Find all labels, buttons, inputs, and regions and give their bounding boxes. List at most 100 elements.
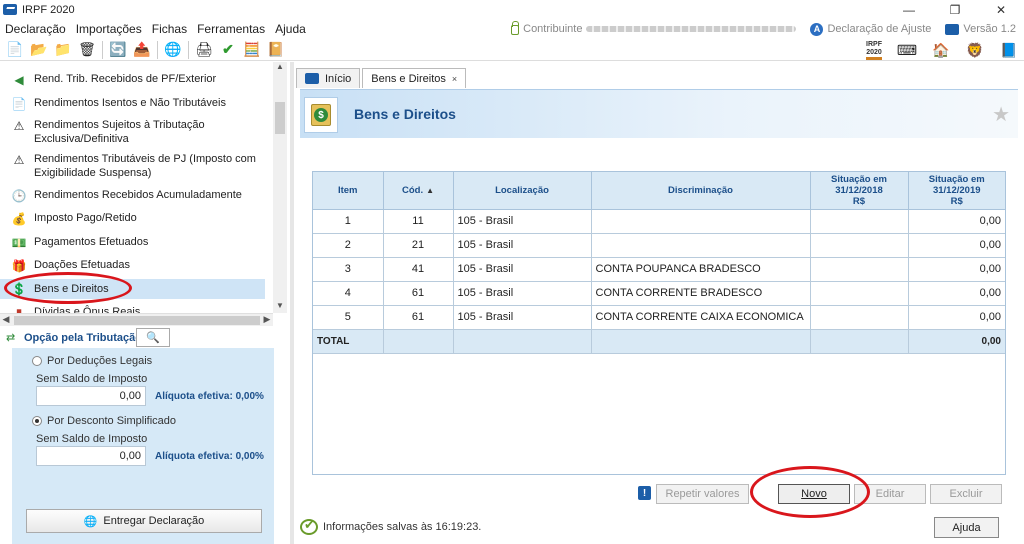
menu-ajuda[interactable]: Ajuda bbox=[270, 22, 311, 36]
sidebar-vertical-scrollbar[interactable]: ▲ ▼ bbox=[273, 62, 287, 313]
cell-discriminacao bbox=[591, 209, 811, 234]
document-clock-icon: 🕒 bbox=[11, 189, 27, 203]
favorite-star-icon[interactable]: ★ bbox=[992, 102, 1010, 127]
col-cod[interactable]: Cód. ▲ bbox=[383, 172, 454, 210]
excluir-button[interactable]: Excluir bbox=[930, 484, 1002, 504]
table-row[interactable]: 1 11 105 - Brasil 0,00 bbox=[313, 209, 1005, 234]
tab-inicio[interactable]: Início bbox=[296, 68, 361, 88]
option2-aliquota: Alíquota efetiva: 0,00% bbox=[155, 451, 264, 462]
col-sit2018[interactable]: Situação em 31/12/2018 R$ bbox=[810, 172, 909, 210]
info-icon[interactable]: ! bbox=[638, 486, 651, 500]
sidebar-item-rend-isentos[interactable]: 📄 Rendimentos Isentos e Não Tributáveis bbox=[10, 96, 226, 112]
window-title: IRPF 2020 bbox=[22, 3, 75, 16]
option-desconto-simplificado[interactable]: Por Desconto Simplificado bbox=[32, 415, 176, 427]
scroll-up-icon[interactable]: ▲ bbox=[273, 62, 287, 74]
sidebar-item-rend-pf-exterior[interactable]: ◀ Rend. Trib. Recebidos de PF/Exterior bbox=[10, 72, 216, 88]
option2-value: 0,00 bbox=[36, 446, 146, 466]
scroll-thumb[interactable] bbox=[275, 102, 285, 134]
status-text: Informações salvas às 16:19:23. bbox=[323, 521, 482, 533]
cell-cod: 41 bbox=[383, 257, 454, 282]
cell-discriminacao: CONTA CORRENTE BRADESCO bbox=[591, 281, 811, 306]
col-item[interactable]: Item bbox=[313, 172, 384, 210]
tab-bens-direitos[interactable]: Bens e Direitos × bbox=[362, 68, 467, 88]
scroll-right-icon[interactable]: ▶ bbox=[261, 314, 273, 326]
verify-check-icon[interactable]: ✔ bbox=[219, 41, 237, 59]
menu-ferramentas[interactable]: Ferramentas bbox=[192, 22, 270, 36]
cell-cod: 21 bbox=[383, 233, 454, 258]
sidebar-item-label: Doações Efetuadas bbox=[34, 259, 131, 271]
menu-status-area: Contribuinte A Declaração de Ajuste Vers… bbox=[511, 19, 1016, 39]
table-row[interactable]: 2 21 105 - Brasil 0,00 bbox=[313, 233, 1005, 258]
sidebar-item-label: Pagamentos Efetuados bbox=[34, 236, 149, 248]
title-bar: IRPF 2020 — ❐ ✕ bbox=[0, 0, 1024, 19]
sidebar-item-rend-pj-suspensa[interactable]: ⚠ Rendimentos Tributáveis de PJ (Imposto… bbox=[10, 152, 260, 180]
repetir-label: Repetir valores bbox=[665, 488, 740, 500]
new-document-icon[interactable]: 📄 bbox=[6, 41, 24, 59]
toolbar-separator bbox=[157, 40, 158, 59]
table-row[interactable]: 3 41 105 - Brasil CONTA POUPANCA BRADESCO 0,… bbox=[313, 257, 1005, 282]
trash-icon[interactable]: 🗑 bbox=[78, 41, 96, 59]
import-icon[interactable]: 🔄 bbox=[109, 41, 127, 59]
table-row[interactable]: 5 61 105 - Brasil CONTA CORRENTE CAIXA ECON… bbox=[313, 305, 1005, 330]
sidebar-horizontal-scrollbar[interactable]: ◀ ▶ bbox=[0, 313, 273, 326]
total-empty bbox=[453, 329, 592, 354]
ajuda-button[interactable]: Ajuda bbox=[934, 517, 999, 538]
sidebar-item-rend-exclusiva[interactable]: ⚠ Rendimentos Sujeitos à Tributação Excl… bbox=[10, 118, 215, 146]
close-tab-icon[interactable]: × bbox=[452, 74, 457, 84]
menu-importacoes[interactable]: Importações bbox=[71, 22, 147, 36]
cell-item: 3 bbox=[313, 257, 384, 282]
home-icon[interactable]: 🏠 bbox=[932, 42, 950, 60]
entregar-declaracao-button[interactable]: 🌐 Entregar Declaração bbox=[26, 509, 262, 533]
globe-icon: 🌐 bbox=[83, 515, 98, 528]
cell-cod: 11 bbox=[383, 209, 454, 234]
pane-splitter[interactable] bbox=[290, 62, 294, 544]
lion-icon[interactable]: 🦁 bbox=[966, 42, 984, 60]
total-empty bbox=[383, 329, 454, 354]
col-discriminacao[interactable]: Discriminação bbox=[591, 172, 811, 210]
search-button[interactable]: 🔍 bbox=[136, 328, 170, 347]
home-tab-icon bbox=[305, 73, 319, 84]
menu-declaracao[interactable]: Declaração bbox=[0, 22, 71, 36]
sidebar-item-rend-acumuladamente[interactable]: 🕒 Rendimentos Recebidos Acumuladamente bbox=[10, 188, 242, 204]
col-sit2019[interactable]: Situação em 31/12/2019 R$ bbox=[908, 172, 1005, 210]
scroll-thumb[interactable] bbox=[14, 316, 260, 325]
money-bill-icon: 💵 bbox=[11, 236, 27, 250]
export-icon[interactable]: 📤 bbox=[133, 41, 151, 59]
saved-check-icon bbox=[300, 517, 318, 535]
maximize-button[interactable]: ❐ bbox=[932, 0, 978, 19]
tab-inicio-label: Início bbox=[325, 72, 352, 85]
book-icon[interactable]: 📔 bbox=[267, 41, 285, 59]
globe-icon[interactable]: 🌐 bbox=[164, 41, 182, 59]
close-button[interactable]: ✕ bbox=[978, 0, 1024, 19]
scroll-left-icon[interactable]: ◀ bbox=[0, 314, 12, 326]
cell-localizacao: 105 - Brasil bbox=[453, 209, 592, 234]
cell-sit2019: 0,00 bbox=[908, 209, 1005, 234]
option-deducoes-legais[interactable]: Por Deduções Legais bbox=[32, 355, 152, 367]
open-folder-icon[interactable]: 📂 bbox=[30, 41, 48, 59]
menu-fichas[interactable]: Fichas bbox=[147, 22, 192, 36]
scroll-down-icon[interactable]: ▼ bbox=[273, 301, 287, 313]
sidebar-item-imposto-pago[interactable]: 💰 Imposto Pago/Retido bbox=[10, 211, 137, 227]
entregar-label: Entregar Declaração bbox=[103, 515, 205, 527]
radio-deducoes[interactable] bbox=[32, 356, 42, 366]
tab-bens-label: Bens e Direitos bbox=[371, 72, 446, 85]
irpf-badge-icon[interactable]: IRPF 2020 bbox=[866, 41, 882, 60]
irpf-badge-line2: 2020 bbox=[866, 49, 882, 56]
sidebar-item-pagamentos[interactable]: 💵 Pagamentos Efetuados bbox=[10, 235, 149, 251]
repetir-valores-button[interactable]: Repetir valores bbox=[656, 484, 749, 504]
folder-icon[interactable]: 📁 bbox=[54, 41, 72, 59]
radio-desconto[interactable] bbox=[32, 416, 42, 426]
col-localizacao[interactable]: Localização bbox=[453, 172, 592, 210]
sidebar-item-label: Imposto Pago/Retido bbox=[34, 212, 137, 224]
print-icon[interactable]: 🖨 bbox=[195, 41, 213, 59]
minimize-button[interactable]: — bbox=[886, 0, 932, 19]
calculator-icon[interactable]: 🧮 bbox=[243, 41, 261, 59]
keyboard-icon[interactable]: ⌨ bbox=[897, 42, 917, 60]
window-controls: — ❐ ✕ bbox=[886, 0, 1024, 19]
declaracao-label: Declaração de Ajuste bbox=[827, 23, 932, 35]
user-manual-icon[interactable]: 📘 bbox=[1000, 42, 1018, 60]
table-row[interactable]: 4 61 105 - Brasil CONTA CORRENTE BRADESCO 0,… bbox=[313, 281, 1005, 306]
sidebar-item-dividas[interactable]: ▮ Dívidas e Ônus Reais bbox=[10, 305, 141, 313]
editar-label: Editar bbox=[875, 488, 905, 500]
cell-localizacao: 105 - Brasil bbox=[453, 305, 592, 330]
